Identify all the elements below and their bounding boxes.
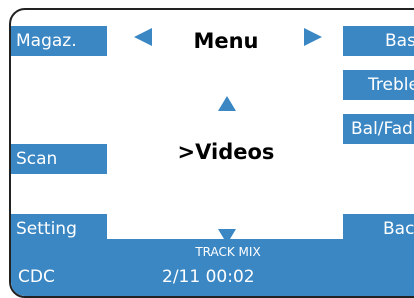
status-bar: CDC TRACK MIX 2/11 00:02 — [11, 239, 414, 296]
track-time: 2/11 00:02 — [162, 267, 255, 287]
menu-prev-arrow-icon[interactable] — [134, 28, 152, 46]
menu-next-arrow-icon[interactable] — [304, 28, 322, 46]
current-menu-item[interactable]: >Videos — [151, 140, 301, 164]
scan-button[interactable]: Scan — [11, 144, 107, 174]
source-label: CDC — [18, 267, 55, 287]
balance-fader-button[interactable]: Bal/Fader — [343, 114, 414, 144]
track-name: TRACK MIX — [195, 245, 261, 259]
menu-title: Menu — [193, 29, 259, 53]
head-unit-screen: Magaz. Scan Setting Menu >Videos Bass Tr… — [9, 8, 414, 298]
scroll-up-arrow-icon[interactable] — [218, 96, 236, 111]
magazine-button[interactable]: Magaz. — [11, 26, 107, 56]
treble-button[interactable]: Treble — [343, 70, 414, 100]
bass-button[interactable]: Bass — [343, 26, 414, 56]
